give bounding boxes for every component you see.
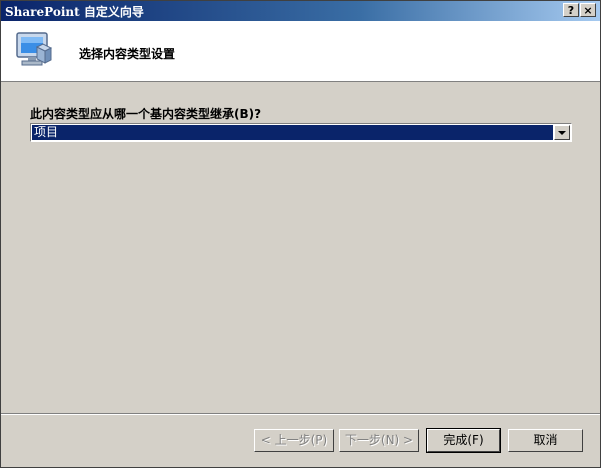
help-button[interactable]: ? [563,3,579,17]
next-button[interactable]: 下一步(N) > [339,429,419,452]
wizard-window: SharePoint 自定义向导 ? × 选择内容类型设置 此内容类型应从哪一个… [0,0,601,468]
computer-icon [16,32,53,66]
base-content-type-dropdown[interactable]: 项目 [30,123,572,142]
window-title: SharePoint 自定义向导 [5,5,144,19]
dropdown-selected-value[interactable]: 项目 [32,125,553,140]
back-button[interactable]: < 上一步(P) [254,429,334,452]
close-button[interactable]: × [580,3,596,17]
header-title: 选择内容类型设置 [79,47,176,61]
wizard-header: 选择内容类型设置 [1,21,600,82]
cancel-button[interactable]: 取消 [508,429,583,452]
footer-divider [1,413,600,415]
base-content-type-label: 此内容类型应从哪一个基内容类型继承(B)? [30,107,262,121]
chevron-down-icon[interactable] [554,125,570,140]
title-bar: SharePoint 自定义向导 ? × [1,1,600,21]
finish-button[interactable]: 完成(F) [426,428,501,453]
